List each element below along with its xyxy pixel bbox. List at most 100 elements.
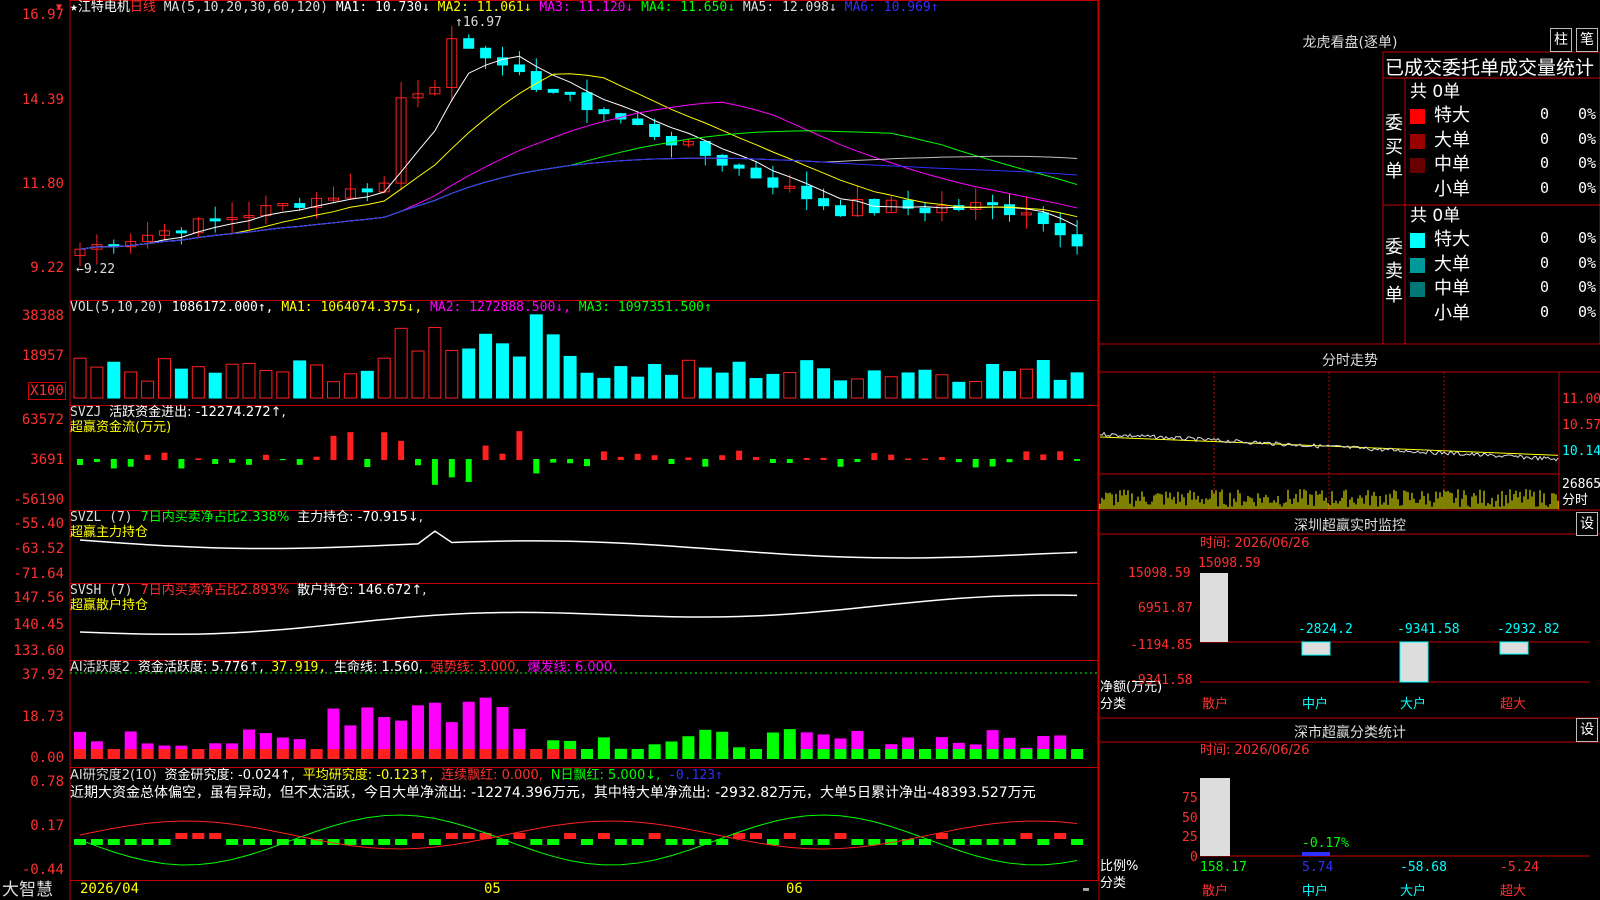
buy-row-count-2: 0 [1540,154,1550,172]
vol-bar-37 [698,367,712,399]
vol-bar-46 [850,378,864,399]
sell-row-swatch-2 [1410,282,1425,297]
svzj-bar-38 [719,455,726,460]
vol-bar-44 [817,368,831,399]
ai1-base-15 [327,749,340,759]
ai2-bar-19 [395,839,408,845]
favorite-star-icon[interactable]: ★ [70,0,78,15]
ai1-axis-3: 0.00 [30,750,64,766]
ai1-base-27 [530,749,543,759]
date-axis-06: 06 [786,881,803,897]
svzj-bar-53 [972,459,979,468]
vol-bar-45 [834,380,847,399]
sell-row-count-3: 0 [1540,302,1550,321]
svzj-bar-7 [195,458,202,460]
tick-view-button[interactable]: 笔 [1576,28,1598,52]
ai1-base-10 [243,749,255,759]
sz-monitor-settings-button[interactable]: 设 [1576,512,1598,536]
vol-bar-34 [648,364,662,399]
ai2-bar-54 [986,839,999,845]
ai2-bar-8 [209,833,222,839]
ai1-base-19 [395,749,408,759]
svzj-bar-24 [482,445,489,460]
ai1-base-4 [141,749,154,759]
ai2-bar-53 [969,839,982,845]
vol-bar-56 [1019,368,1033,399]
ai1-base-38 [716,749,729,759]
vol-bar-43 [800,360,814,399]
svzj-bar-56 [1023,451,1030,460]
vol-bar-3 [124,371,138,399]
sz-monitor-top: 15098.59 [1198,556,1261,571]
svzj-bar-5 [161,452,168,460]
vol-bar-28 [546,334,560,399]
sell-row-swatch-3 [1410,306,1425,322]
ai2-bar-51 [935,833,948,839]
vol-bar-32 [614,366,628,399]
sz-monitor-val-3: -9341.58 [1397,622,1460,637]
lock-icon[interactable]: ▬ [1083,882,1089,897]
vol-bar-22 [445,349,459,399]
vol-legend: VOL(5,10,20) 1086172.000↑, MA1: 1064074.… [70,300,712,315]
vol-bar-7 [191,366,205,399]
buy-row-type-1: 大单 [1434,129,1470,151]
vol-bar-35 [665,374,678,399]
ai1-base-28 [547,749,560,759]
ai2-bar-56 [1020,833,1033,839]
kline-chart-area[interactable] [0,0,1600,900]
ai1-base-24 [479,749,492,759]
sz-monitor-val-2: -2824.2 [1298,622,1353,637]
ai1-base-3 [124,749,137,759]
svzj-bar-54 [989,459,996,467]
vol-bar-13 [293,360,307,399]
svzj-axis-3: -56190 [13,492,64,508]
ai2-bar-5 [158,839,171,845]
ai-comment: 近期大资金总体偏空，虽有异动，但不太活跃，今日大单净流出: -12274.396… [70,785,1036,801]
ai1-base-54 [986,749,999,759]
vol-bar-49 [901,372,915,399]
vol-bar-14 [310,364,324,399]
price-axis-2: 14.39 [21,92,64,108]
ai1-base-47 [868,749,881,759]
sell-row-pct-0: 0% [1578,229,1597,247]
sz-stat-settings-button[interactable]: 设 [1576,718,1598,742]
ai1-base-17 [361,749,374,759]
svzj-bar-51 [938,457,945,460]
svzj-bar-1 [93,459,100,462]
sz-stat-val-1: 158.17 [1200,860,1247,875]
sz-stat-ylabel: 比例% [1100,859,1139,874]
vol-bar-38 [715,372,729,399]
ai1-base-36 [682,749,695,759]
sz-stat-title: 深市超赢分类统计 [1294,725,1406,741]
svzl-axis-3: -71.64 [13,566,64,582]
vol-bar-16 [343,373,357,399]
ai1-base-55 [1003,749,1016,759]
ai1-base-25 [496,749,509,759]
ma6-line [79,157,1078,250]
ai2-bar-58 [1054,833,1067,839]
price-axis-3: 11.80 [21,176,64,192]
ai1-base-52 [952,749,965,759]
vol-bar-21 [428,327,442,399]
svzj-bar-3 [127,459,134,467]
candle-body-6 [175,230,187,234]
period-label[interactable]: 日线 [130,0,156,15]
ai1-base-39 [733,749,746,759]
ai1-base-43 [800,749,813,759]
sz-monitor-axis-3: -1194.85 [1130,638,1193,653]
ai1-base-56 [1020,749,1033,759]
candle-body-37 [699,141,711,156]
svzj-bar-47 [871,453,878,460]
brand-label: 大智慧 [2,880,53,900]
ai2-bar-35 [665,839,678,845]
vol-bar-4 [141,380,155,399]
candle-body-45 [835,205,846,217]
bar-view-button[interactable]: 柱 [1550,28,1572,52]
vol-bar-42 [783,372,797,399]
ai2-axis-2: 0.17 [30,818,64,834]
ai1-base-50 [919,749,931,759]
candle-body-44 [818,198,830,207]
ma5-value: MA5: 12.098↓ [742,0,837,15]
sz-monitor-axis-2: 6951.87 [1138,601,1193,616]
svzj-bar-48 [888,454,895,460]
